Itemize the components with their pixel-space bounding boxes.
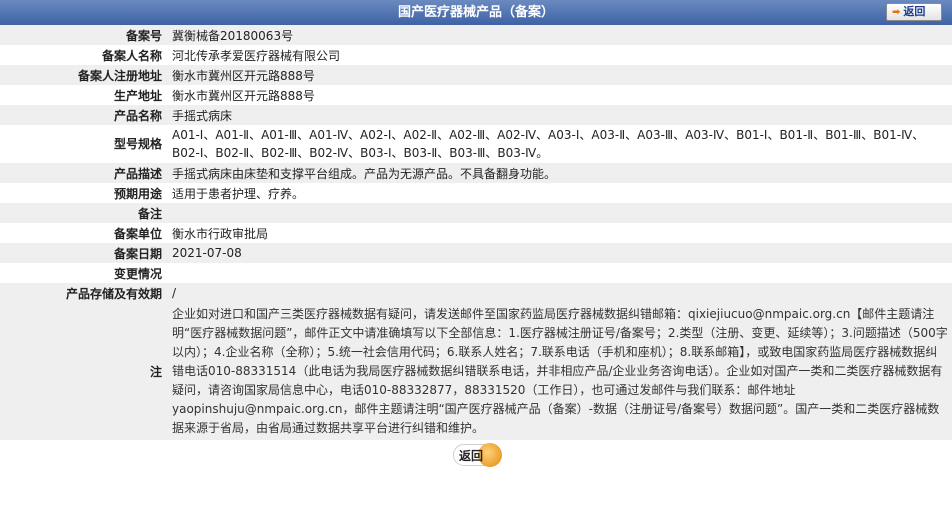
table-row: 预期用途 适用于患者护理、疗养。 (0, 183, 952, 203)
row-value: 冀衡械备20180063号 (168, 25, 952, 45)
table-row: 备案人注册地址 衡水市冀州区开元路888号 (0, 65, 952, 85)
row-value: A01-Ⅰ、A01-Ⅱ、A01-Ⅲ、A01-Ⅳ、A02-Ⅰ、A02-Ⅱ、A02-… (168, 125, 952, 163)
row-value: 2021-07-08 (168, 243, 952, 263)
row-label: 备案人注册地址 (0, 65, 168, 85)
arrow-right-icon: ➡ (892, 7, 901, 18)
back-button-top[interactable]: ➡ 返回 (886, 3, 942, 21)
row-label: 变更情况 (0, 263, 168, 283)
row-label: 备案号 (0, 25, 168, 45)
row-label: 产品存储及有效期 (0, 283, 168, 303)
row-value: 手摇式病床由床垫和支撑平台组成。产品为无源产品。不具备翻身功能。 (168, 163, 952, 183)
row-value: 手摇式病床 (168, 105, 952, 125)
table-row: 产品描述 手摇式病床由床垫和支撑平台组成。产品为无源产品。不具备翻身功能。 (0, 163, 952, 183)
row-label: 备案单位 (0, 223, 168, 243)
back-button-bottom[interactable]: 返回 (453, 443, 502, 467)
back-button-top-label: 返回 (903, 5, 926, 18)
row-label: 型号规格 (0, 125, 168, 163)
page-title: 国产医疗器械产品（备案） (397, 5, 554, 20)
table-row: 产品名称 手摇式病床 (0, 105, 952, 125)
row-label: 备案日期 (0, 243, 168, 263)
row-value: 河北传承孝爱医疗器械有限公司 (168, 45, 952, 65)
row-value (168, 263, 952, 283)
note-label: 注 (0, 303, 168, 440)
table-row: 备案人名称 河北传承孝爱医疗器械有限公司 (0, 45, 952, 65)
row-label: 产品名称 (0, 105, 168, 125)
row-label: 备注 (0, 203, 168, 223)
table-row: 生产地址 衡水市冀州区开元路888号 (0, 85, 952, 105)
note-row: 注 企业如对进口和国产三类医疗器械数据有疑问，请发送邮件至国家药监局医疗器械数据… (0, 303, 952, 440)
table-row: 备案单位 衡水市行政审批局 (0, 223, 952, 243)
row-label: 产品描述 (0, 163, 168, 183)
table-row: 变更情况 (0, 263, 952, 283)
row-value: 衡水市冀州区开元路888号 (168, 85, 952, 105)
title-bar: 国产医疗器械产品（备案） ➡ 返回 (0, 0, 952, 25)
record-table: 备案号 冀衡械备20180063号 备案人名称 河北传承孝爱医疗器械有限公司 备… (0, 25, 952, 440)
row-value: 衡水市冀州区开元路888号 (168, 65, 952, 85)
row-label: 生产地址 (0, 85, 168, 105)
row-value (168, 203, 952, 223)
table-row: 产品存储及有效期 / (0, 283, 952, 303)
table-row: 备注 (0, 203, 952, 223)
back-button-bottom-label: 返回 (458, 449, 483, 463)
table-row: 型号规格 A01-Ⅰ、A01-Ⅱ、A01-Ⅲ、A01-Ⅳ、A02-Ⅰ、A02-Ⅱ… (0, 125, 952, 163)
footer: 返回 (0, 440, 952, 472)
row-label: 预期用途 (0, 183, 168, 203)
row-label: 备案人名称 (0, 45, 168, 65)
row-value: / (168, 283, 952, 303)
row-value: 适用于患者护理、疗养。 (168, 183, 952, 203)
note-text: 企业如对进口和国产三类医疗器械数据有疑问，请发送邮件至国家药监局医疗器械数据纠错… (168, 303, 952, 440)
table-row: 备案号 冀衡械备20180063号 (0, 25, 952, 45)
table-row: 备案日期 2021-07-08 (0, 243, 952, 263)
row-value: 衡水市行政审批局 (168, 223, 952, 243)
